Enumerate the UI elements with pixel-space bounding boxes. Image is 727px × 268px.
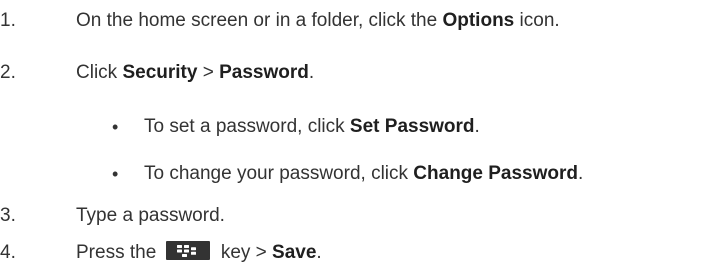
options-label: Options	[442, 10, 515, 31]
change-password-label: Change Password	[413, 163, 579, 184]
blackberry-logo-icon	[176, 245, 196, 258]
step-number: 2.	[0, 62, 16, 83]
bullet-text: To change your password, click Change Pa…	[144, 163, 584, 184]
step-number: 3.	[0, 205, 16, 226]
security-label: Security	[122, 62, 198, 83]
blackberry-menu-key-icon	[165, 241, 210, 261]
step-text: Type a password.	[76, 205, 225, 226]
bullet-icon: •	[112, 117, 119, 137]
bullet-text: To set a password, click Set Password.	[144, 116, 480, 137]
step-text: On the home screen or in a folder, click…	[76, 10, 560, 31]
step-number: 1.	[0, 10, 16, 31]
password-label: Password	[219, 62, 309, 83]
step-text: Click Security > Password.	[76, 62, 315, 83]
step-number: 4.	[0, 242, 16, 263]
bullet-icon: •	[112, 164, 119, 184]
set-password-label: Set Password	[349, 116, 475, 137]
save-label: Save	[272, 242, 317, 263]
step-text: Press the key > Save.	[76, 241, 322, 263]
